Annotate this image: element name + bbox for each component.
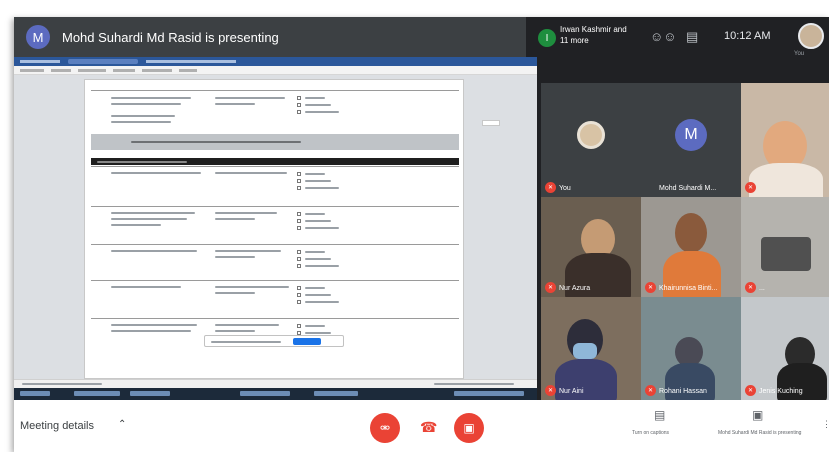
participant-avatar: M	[675, 119, 707, 151]
chevron-up-icon[interactable]: ⌃	[118, 419, 126, 430]
mic-off-icon: ⚮	[379, 421, 391, 435]
camera-toggle-button[interactable]: ▣	[454, 413, 484, 443]
participant-name: Jenis Kuching	[759, 388, 803, 395]
clock: 10:12 AM	[724, 30, 771, 42]
meet-window: M Mohd Suhardi Md Rasid is presenting I …	[14, 17, 829, 452]
self-avatar[interactable]	[798, 23, 824, 49]
top-right-bar: I Irwan Kashmir and 11 more ☺☺ ▤ 10:12 A…	[526, 17, 829, 79]
more-options-icon[interactable]: ⋮	[822, 419, 829, 430]
find-button	[293, 338, 321, 345]
participant-name: Mohd Suhardi M...	[659, 185, 717, 192]
document-ribbon	[14, 66, 537, 75]
participant-tile[interactable]: ✕ Nur Azura	[541, 197, 641, 297]
form-row	[91, 166, 459, 206]
document-search-box	[68, 59, 138, 64]
document-status-bar	[14, 379, 537, 388]
presenter-banner: M Mohd Suhardi Md Rasid is presenting	[14, 17, 526, 57]
form-row	[91, 206, 459, 244]
mic-off-icon: ✕	[545, 282, 556, 293]
os-taskbar	[14, 388, 537, 400]
mic-off-icon: ✕	[545, 182, 556, 193]
camera-off-icon: ▣	[463, 421, 475, 435]
document-page	[84, 79, 464, 379]
people-icon[interactable]: ☺☺	[650, 29, 677, 44]
mic-toggle-button[interactable]: ⚮	[370, 413, 400, 443]
captions-label[interactable]: Turn on captions	[632, 430, 669, 436]
meeting-details-button[interactable]: Meeting details	[20, 420, 94, 432]
presenter-text: Mohd Suhardi Md Rasid is presenting	[62, 29, 279, 45]
mic-off-icon: ✕	[745, 385, 756, 396]
present-label[interactable]: Mohd Suhardi Md Rasid is presenting	[718, 430, 801, 436]
self-label: You	[794, 51, 805, 57]
document-titlebar	[14, 57, 537, 66]
participant-name: You	[559, 185, 571, 192]
participant-tile[interactable]: ✕ Rohani Hassan	[641, 297, 741, 400]
chat-icon[interactable]: ▤	[686, 29, 698, 45]
participant-name: ...	[759, 285, 765, 292]
section-header	[91, 158, 459, 165]
meeting-controls-bar: Meeting details ⌃ ⚮ ☎ ▣ ▤ Turn on captio…	[14, 400, 829, 452]
mic-off-icon: ✕	[645, 385, 656, 396]
hang-up-button[interactable]: ☎	[420, 419, 437, 436]
participant-name: Khairunnisa Binti...	[659, 285, 718, 292]
participant-name: Nur Azura	[559, 285, 591, 292]
mic-off-icon: ✕	[645, 282, 656, 293]
participant-tile[interactable]: ✕ ...	[741, 197, 829, 297]
participant-tile[interactable]: ✕ You	[541, 83, 641, 197]
participant-name: Nur Aini	[559, 388, 584, 395]
participant-grid: ✕ You M Mohd Suhardi M... ✕ ✕ Nur Azura …	[541, 83, 829, 400]
presenter-avatar: M	[26, 25, 50, 49]
document-side-panel	[482, 120, 500, 126]
mic-off-icon: ✕	[545, 385, 556, 396]
find-popup	[204, 335, 344, 347]
participant-tile[interactable]: M Mohd Suhardi M...	[641, 83, 741, 197]
participant-tile[interactable]: ✕ Nur Aini	[541, 297, 641, 400]
participant-badge[interactable]: I	[538, 29, 556, 47]
present-icon[interactable]: ▣	[752, 408, 763, 422]
participant-name: Rohani Hassan	[659, 388, 707, 395]
participant-tile[interactable]: ✕ Khairunnisa Binti...	[641, 197, 741, 297]
participant-tile[interactable]: ✕ Jenis Kuching	[741, 297, 829, 400]
mic-off-icon: ✕	[745, 282, 756, 293]
participant-tile[interactable]: ✕	[741, 83, 829, 197]
document-area	[14, 75, 537, 379]
shared-screen	[14, 57, 537, 400]
participant-summary[interactable]: Irwan Kashmir and 11 more	[560, 24, 630, 46]
form-row	[91, 280, 459, 318]
form-row	[91, 244, 459, 280]
section-banner	[91, 134, 459, 150]
form-row	[91, 90, 459, 134]
mic-off-icon: ✕	[745, 182, 756, 193]
captions-icon[interactable]: ▤	[654, 408, 665, 422]
